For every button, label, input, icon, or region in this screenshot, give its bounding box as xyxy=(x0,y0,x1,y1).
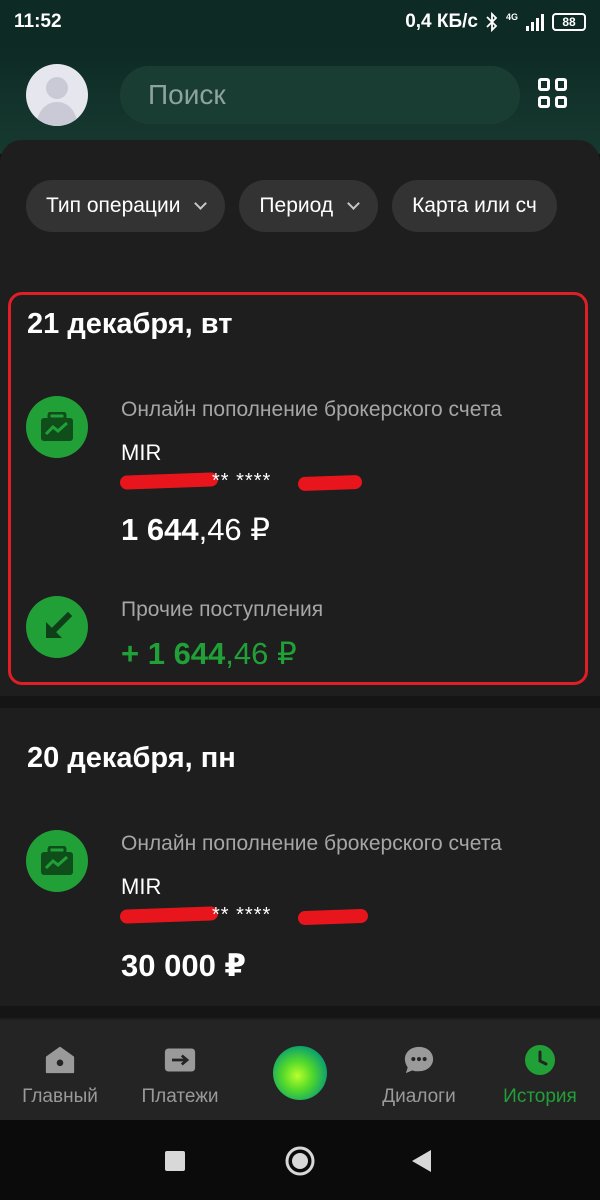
net-type: 4G xyxy=(505,12,518,22)
operation-category: Онлайн пополнение брокерского счета xyxy=(121,398,502,421)
arrow-down-left-icon xyxy=(26,596,88,658)
search-input[interactable]: Поиск xyxy=(120,66,520,124)
avatar-icon[interactable] xyxy=(26,64,88,126)
home-icon xyxy=(44,1044,76,1076)
operation-amount: + 1 644,46 ₽ xyxy=(121,636,297,672)
card-name: MIR xyxy=(121,440,162,465)
card-name: MIR xyxy=(121,874,162,899)
filter-label: Карта или сч xyxy=(412,194,537,217)
transfer-icon xyxy=(164,1044,196,1076)
search-placeholder: Поиск xyxy=(148,79,226,110)
amount-integer: 30 000 ₽ xyxy=(121,948,246,983)
filter-period[interactable]: Период xyxy=(239,180,379,232)
salute-orb-icon[interactable] xyxy=(273,1046,327,1100)
battery-level: 88 xyxy=(562,15,576,29)
net-speed: 0,4 КБ/с xyxy=(405,11,478,32)
home-circle-icon[interactable] xyxy=(284,1145,316,1177)
card-number: ** **** xyxy=(212,904,272,926)
status-bar: 11:52 0,4 КБ/с 4G 88 xyxy=(0,0,600,44)
operation-amount: 1 644,46 ₽ xyxy=(121,512,270,548)
tab-payments[interactable]: Платежи xyxy=(130,1020,230,1120)
amount-integer: 1 644 xyxy=(121,512,199,547)
redaction-mark xyxy=(297,908,369,926)
tab-history[interactable]: История xyxy=(494,1020,586,1120)
clock-icon xyxy=(524,1044,556,1076)
tab-dialogs[interactable]: Диалоги xyxy=(372,1020,466,1120)
back-triangle-icon[interactable] xyxy=(410,1149,432,1173)
briefcase-chart-icon xyxy=(26,830,88,892)
chevron-down-icon xyxy=(347,196,360,210)
day-title: 21 декабря, вт xyxy=(27,308,233,340)
filter-label: Период xyxy=(259,194,334,217)
tab-label: Диалоги xyxy=(382,1086,456,1107)
amount-fraction: ,46 ₽ xyxy=(225,636,297,671)
filter-label: Тип операции xyxy=(46,194,181,217)
history-content: Тип операции Период Карта или сч 21 дека… xyxy=(0,140,600,1020)
section-divider xyxy=(0,696,600,708)
signal-icon xyxy=(526,13,544,31)
tab-label: История xyxy=(503,1086,577,1107)
highlight-frame xyxy=(8,292,588,685)
bluetooth-icon xyxy=(486,12,498,32)
bottom-tab-bar: Главный Платежи Диалоги История xyxy=(0,1020,600,1120)
battery-icon: 88 xyxy=(552,13,586,31)
card-number: ** **** xyxy=(212,470,272,492)
briefcase-chart-icon xyxy=(26,396,88,458)
section-divider xyxy=(0,1006,600,1018)
redaction-mark xyxy=(297,474,363,492)
day-title: 20 декабря, пн xyxy=(27,742,236,774)
recents-square-icon[interactable] xyxy=(164,1150,186,1172)
redaction-mark xyxy=(119,906,219,924)
status-indicators: 0,4 КБ/с 4G 88 xyxy=(405,11,586,33)
amount-fraction: ,46 ₽ xyxy=(198,512,271,547)
filter-card-or-account[interactable]: Карта или сч xyxy=(392,180,557,232)
tab-label: Платежи xyxy=(141,1086,219,1107)
amount-integer: + 1 644 xyxy=(121,636,226,671)
grid-menu-icon[interactable] xyxy=(538,78,568,108)
chat-icon xyxy=(403,1044,435,1076)
tab-label: Главный xyxy=(22,1086,98,1107)
operation-category: Прочие поступления xyxy=(121,598,324,621)
tab-main[interactable]: Главный xyxy=(12,1020,108,1120)
system-nav-bar xyxy=(0,1120,600,1200)
operation-category: Онлайн пополнение брокерского счета xyxy=(121,832,502,855)
chevron-down-icon xyxy=(194,196,208,210)
operation-amount: 30 000 ₽ xyxy=(121,948,246,984)
filter-chips: Тип операции Период Карта или сч xyxy=(26,180,557,232)
app-header: Поиск xyxy=(0,44,600,154)
status-time: 11:52 xyxy=(14,11,62,32)
filter-operation-type[interactable]: Тип операции xyxy=(26,180,226,232)
